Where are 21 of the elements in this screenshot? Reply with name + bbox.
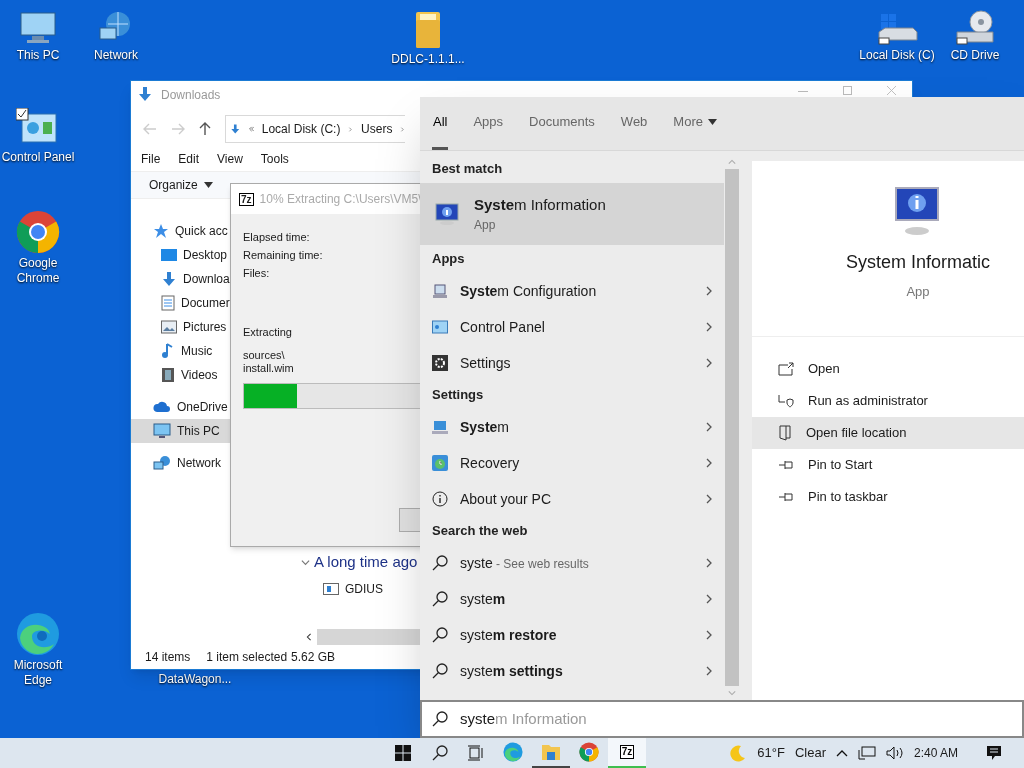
status-label: Extracting xyxy=(243,325,292,340)
status-text: 1 item selected xyxy=(206,649,288,666)
field-label: Remaining time: xyxy=(243,248,323,263)
app-title: System Informatic xyxy=(845,251,990,274)
file-path: install.wim xyxy=(243,361,294,375)
window-title: Downloads xyxy=(161,87,221,104)
weather-condition: Clear xyxy=(794,744,826,763)
temperature: 61°F xyxy=(757,744,785,763)
status-text: 5.62 GB xyxy=(291,649,336,666)
archive-logo-icon: 7z xyxy=(619,745,635,759)
archive-logo-icon: 7z xyxy=(239,192,254,206)
section-heading: Search the web xyxy=(431,522,529,541)
section-heading: Best match xyxy=(431,160,504,179)
field-label: Files: xyxy=(243,266,270,281)
file-path: sources\ xyxy=(243,348,285,362)
dialog-title: 10% Extracting C:\Users\VM5\ xyxy=(259,191,422,208)
section-heading: Settings xyxy=(431,386,485,405)
app-type: App xyxy=(906,283,930,301)
field-label: Elapsed time: xyxy=(243,230,310,245)
section-heading: Apps xyxy=(431,250,466,269)
status-text: 14 items xyxy=(145,649,191,666)
